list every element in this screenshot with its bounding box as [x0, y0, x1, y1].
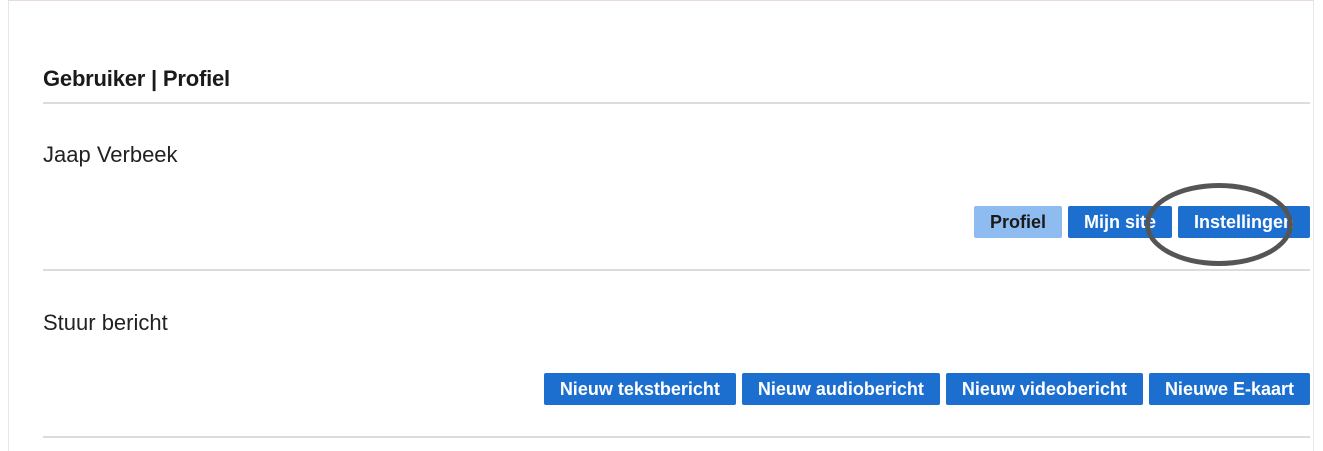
new-video-message-button[interactable]: Nieuw videobericht	[945, 373, 1143, 405]
tab-mijn-site-button[interactable]: Mijn site	[1067, 206, 1172, 238]
profile-button-row: Profiel Mijn site Instellingen	[973, 206, 1310, 238]
tab-profiel-button[interactable]: Profiel	[973, 206, 1062, 238]
divider-message	[43, 436, 1310, 438]
new-ecard-button[interactable]: Nieuwe E-kaart	[1148, 373, 1310, 405]
tab-instellingen-button[interactable]: Instellingen	[1177, 206, 1310, 238]
new-text-message-button[interactable]: Nieuw tekstbericht	[543, 373, 736, 405]
divider-profile	[43, 269, 1310, 271]
new-audio-message-button[interactable]: Nieuw audiobericht	[741, 373, 940, 405]
message-button-row: Nieuw tekstbericht Nieuw audiobericht Ni…	[543, 373, 1310, 405]
message-section-title: Stuur bericht	[43, 310, 168, 335]
divider-title	[43, 102, 1310, 104]
page-title: Gebruiker | Profiel	[43, 66, 230, 91]
profile-name: Jaap Verbeek	[43, 142, 178, 167]
